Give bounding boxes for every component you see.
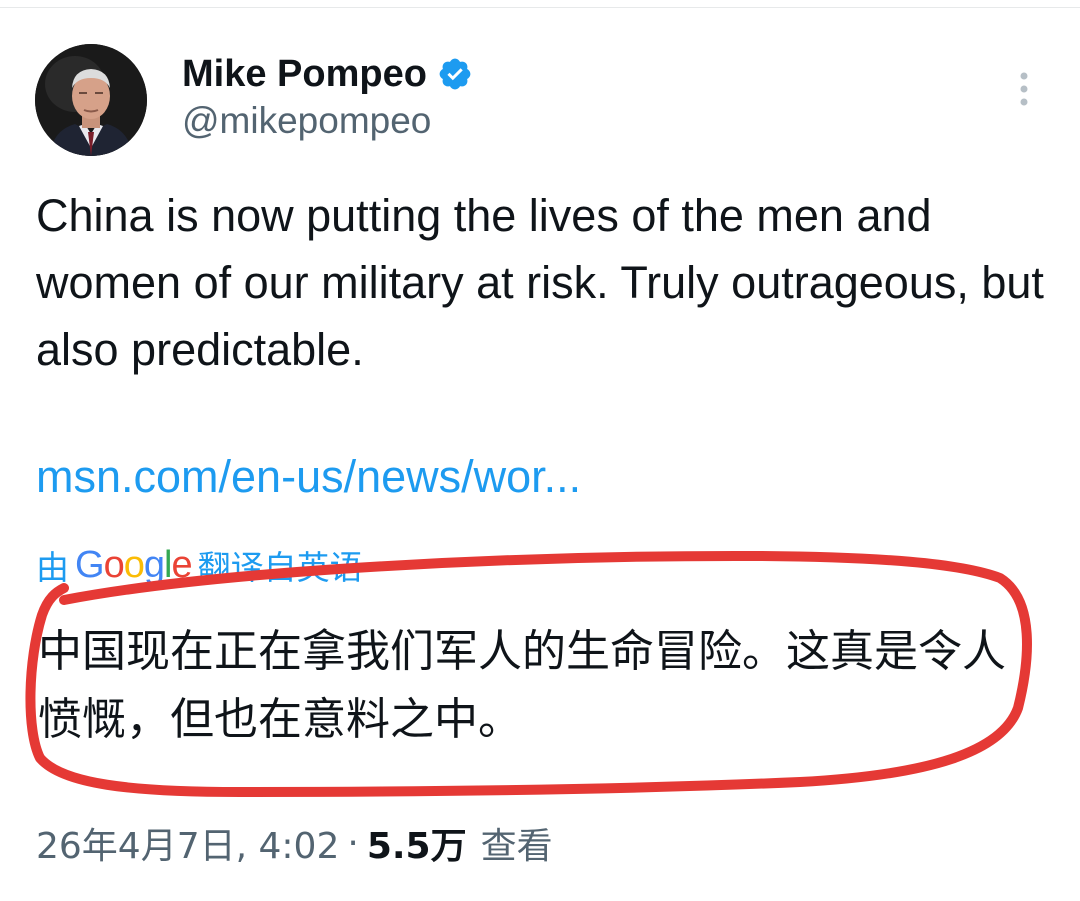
more-vertical-icon[interactable] (1010, 70, 1038, 110)
translation-attribution[interactable]: 由 Google 翻译自英语 (36, 543, 363, 588)
views-label: 查看 (480, 826, 553, 867)
tweet-meta: 26年4月7日, 4:02 · 5.5万 查看 (36, 818, 553, 868)
google-logo: Google (75, 543, 193, 586)
translated-text: 中国现在正在拿我们军人的生命冒险。这真是令人愤慨，但也在意料之中。 (38, 626, 1006, 745)
author-handle[interactable]: @mikepompeo (182, 100, 431, 142)
avatar-photo (35, 44, 147, 156)
tweet-timestamp[interactable]: 26年4月7日, 4:02 (36, 817, 339, 869)
top-divider (0, 7, 1080, 8)
verified-badge-icon (439, 58, 471, 90)
tweet-link[interactable]: msn.com/en-us/news/wor... (36, 451, 581, 503)
author-display-name[interactable]: Mike Pompeo (182, 53, 427, 96)
translation-prefix: 由 (36, 548, 69, 587)
avatar[interactable] (35, 44, 147, 156)
meta-separator: · (347, 822, 359, 864)
tweet-text: China is now putting the lives of the me… (36, 190, 1044, 375)
author-name-row[interactable]: Mike Pompeo (182, 48, 473, 100)
translation-suffix: 翻译自英语 (197, 548, 363, 587)
view-count: 5.5万 (366, 826, 467, 867)
